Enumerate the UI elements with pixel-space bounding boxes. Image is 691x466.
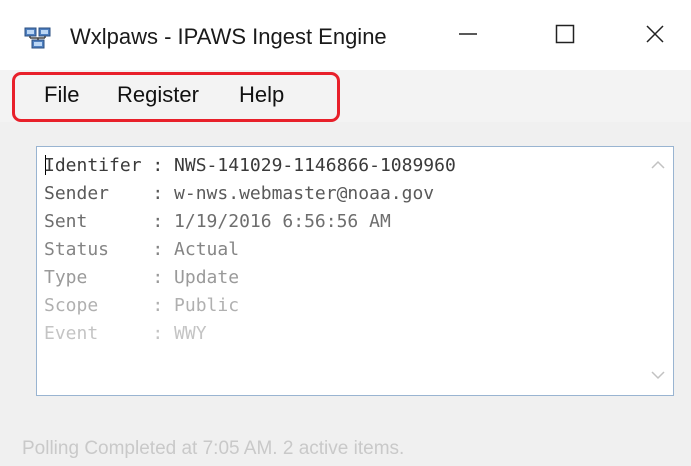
network-computers-icon xyxy=(24,26,52,50)
minimize-button[interactable] xyxy=(438,14,498,58)
title-bar[interactable]: Wxlpaws - IPAWS Ingest Engine xyxy=(0,0,691,70)
window-title: Wxlpaws - IPAWS Ingest Engine xyxy=(70,24,387,49)
scroll-up-button[interactable] xyxy=(648,158,668,174)
detail-row-status: Status : Actual xyxy=(44,239,240,260)
detail-row-identifier: Identifer : NWS-141029-1146866-1089960 xyxy=(44,155,456,176)
chevron-up-icon xyxy=(651,157,665,175)
maximize-icon xyxy=(555,24,575,49)
minimize-icon xyxy=(458,24,478,49)
menu-file[interactable]: File xyxy=(44,82,79,108)
detail-row-scope: Scope : Public xyxy=(44,295,240,316)
menu-help[interactable]: Help xyxy=(239,82,284,108)
scroll-down-button[interactable] xyxy=(648,368,668,384)
close-icon xyxy=(645,24,665,49)
menu-register[interactable]: Register xyxy=(117,82,199,108)
close-button[interactable] xyxy=(625,14,685,58)
detail-row-sent: Sent : 1/19/2016 6:56:56 AM xyxy=(44,211,391,232)
chevron-down-icon xyxy=(651,367,665,385)
detail-row-type: Type : Update xyxy=(44,267,240,288)
detail-row-event: Event : WWY xyxy=(44,323,207,344)
app-window: Wxlpaws - IPAWS Ingest Engine File Regis… xyxy=(0,0,691,466)
maximize-button[interactable] xyxy=(535,14,595,58)
status-text: Polling Completed at 7:05 AM. 2 active i… xyxy=(22,438,405,459)
detail-row-sender: Sender : w-nws.webmaster@noaa.gov xyxy=(44,183,435,204)
